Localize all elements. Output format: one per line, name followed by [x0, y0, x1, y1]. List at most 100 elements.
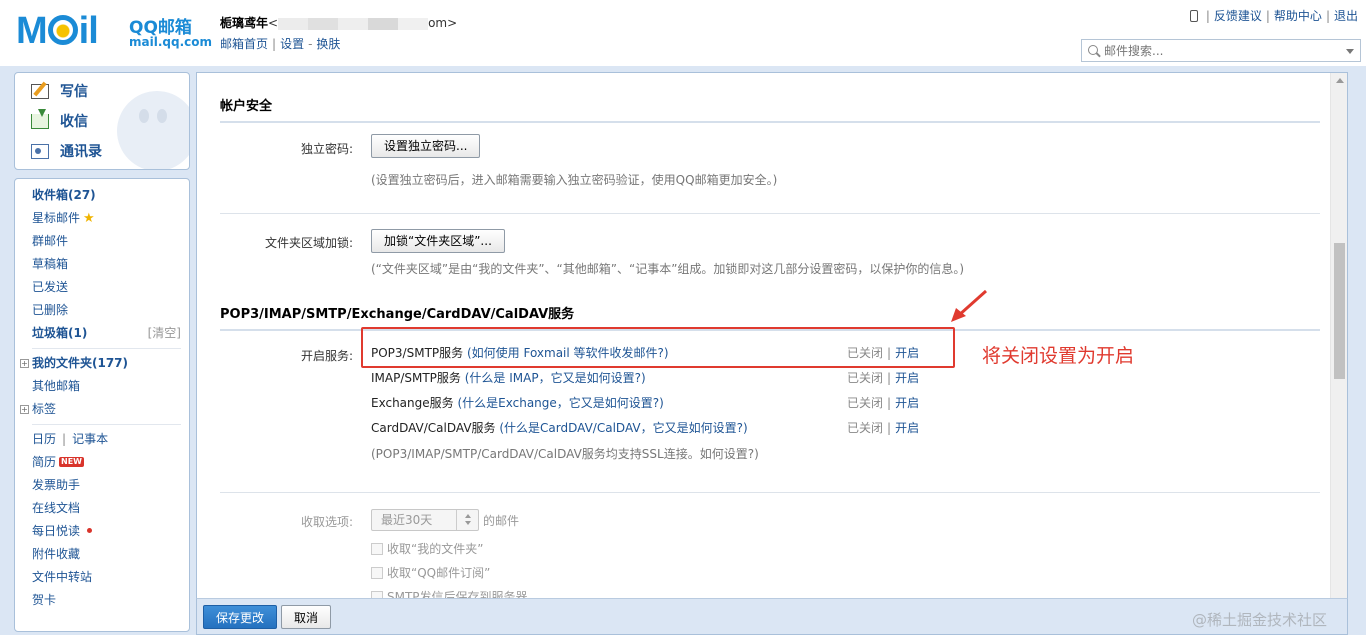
service-help-link[interactable]: (什么是 IMAP，它又是如何设置?) — [465, 371, 646, 385]
folder-lock-hint: (“文件夹区域”是由“我的文件夹”、“其他邮箱”、“记事本”组成。加锁即对这几部… — [371, 262, 965, 276]
checkbox-icon[interactable] — [371, 591, 383, 598]
settings-link[interactable]: 设置 — [280, 37, 304, 51]
cancel-button[interactable]: 取消 — [281, 605, 331, 629]
compose-label: 写信 — [60, 84, 88, 100]
nav-file-transfer[interactable]: 文件中转站 — [15, 566, 189, 589]
nav-cards[interactable]: 贺卡 — [15, 589, 189, 612]
mail-search-box[interactable] — [1081, 39, 1361, 62]
search-icon — [1088, 45, 1098, 55]
folder-sent[interactable]: 已发送 — [15, 276, 189, 299]
skin-link[interactable]: 换肤 — [316, 37, 340, 51]
service-name: Exchange服务 — [371, 396, 454, 410]
contacts-button[interactable]: 通讯录 — [15, 137, 189, 167]
folder-list: 收件箱(27) 星标邮件 ★ 群邮件 草稿箱 已发送 已删除 垃圾箱(1) [清空]… — [15, 179, 189, 612]
nav-docs-label: 在线文档 — [32, 501, 81, 515]
service-help-link[interactable]: (什么是CardDAV/CalDAV，它又是如何设置?) — [499, 421, 747, 435]
section-divider — [220, 213, 1320, 214]
receive-qq-subscription-option[interactable]: 收取“QQ邮件订阅” — [371, 564, 490, 581]
service-status: 已关闭 | 开启 — [847, 418, 919, 438]
checkbox-icon[interactable] — [371, 567, 383, 579]
folder-other-mailboxes[interactable]: 其他邮箱 — [15, 375, 189, 398]
folder-tags[interactable]: + 标签 — [15, 398, 189, 421]
expand-plus-icon[interactable]: + — [20, 359, 29, 368]
annotation-arrow-icon — [951, 289, 987, 322]
notes-link[interactable]: 记事本 — [72, 432, 108, 446]
receive-options-label: 收取选项: — [300, 515, 353, 529]
search-dropdown-icon[interactable] — [1346, 49, 1354, 54]
logo-domain: mail.qq.com — [129, 35, 212, 49]
enable-carddav-caldav-link[interactable]: 开启 — [895, 421, 919, 435]
folder-starred[interactable]: 星标邮件 ★ — [15, 207, 189, 230]
top-links: | 反馈建议 | 帮助中心 | 退出 — [1189, 7, 1358, 24]
status-separator: | — [887, 396, 892, 410]
nav-calendar-notes: 日历 | 记事本 — [15, 428, 189, 451]
watermark: @稀土掘金技术社区 — [1191, 611, 1327, 629]
nav-docs[interactable]: 在线文档 — [15, 497, 189, 520]
mail-search-input[interactable] — [1104, 42, 1334, 59]
service-status: 已关闭 | 开启 — [847, 393, 919, 413]
folder-drafts[interactable]: 草稿箱 — [15, 253, 189, 276]
service-name: IMAP/SMTP服务 — [371, 371, 461, 385]
compose-button[interactable]: 写信 — [15, 77, 189, 107]
nav-resume[interactable]: 简历 NEW — [15, 451, 189, 474]
folder-sent-label: 已发送 — [32, 280, 69, 294]
folder-my-folders[interactable]: + 我的文件夹(177) — [15, 352, 189, 375]
clear-spam-link[interactable]: [清空] — [148, 322, 181, 345]
checkbox-label: SMTP发信后保存到服务器 — [387, 590, 528, 598]
folder-spam[interactable]: 垃圾箱(1) [清空] — [15, 322, 189, 345]
set-independent-password-button[interactable]: 设置独立密码... — [371, 134, 481, 158]
link-separator: | — [1205, 9, 1210, 23]
folder-panel: 收件箱(27) 星标邮件 ★ 群邮件 草稿箱 已发送 已删除 垃圾箱(1) [清空]… — [14, 178, 190, 632]
vertical-scrollbar[interactable] — [1330, 73, 1347, 598]
new-badge: NEW — [59, 457, 84, 467]
receive-range-select[interactable]: 最近30天 — [371, 509, 479, 531]
unread-dot-icon — [87, 528, 93, 533]
user-name: 栀璃鸢年 — [220, 16, 269, 30]
save-smtp-sent-option[interactable]: SMTP发信后保存到服务器 — [371, 588, 528, 598]
help-center-link[interactable]: 帮助中心 — [1274, 9, 1322, 23]
receive-label: 收信 — [60, 114, 88, 130]
receive-suffix: 的邮件 — [483, 514, 520, 528]
enable-exchange-link[interactable]: 开启 — [895, 396, 919, 410]
save-changes-button[interactable]: 保存更改 — [203, 605, 277, 629]
nav-resume-label: 简历 — [32, 455, 57, 469]
service-status-text: 已关闭 — [847, 396, 884, 410]
folder-inbox-label: 收件箱(27) — [32, 188, 96, 202]
folder-group[interactable]: 群邮件 — [15, 230, 189, 253]
nav-attachments-label: 附件收藏 — [32, 547, 81, 561]
calendar-link[interactable]: 日历 — [32, 432, 56, 446]
pipe-separator: | — [62, 432, 67, 446]
compose-pencil-icon — [31, 84, 49, 99]
footer-toolbar: 保存更改 取消 @稀土掘金技术社区 — [196, 598, 1348, 635]
account-security-heading: 帐户安全 — [220, 95, 1320, 123]
logout-link[interactable]: 退出 — [1334, 9, 1358, 23]
nav-invoice[interactable]: 发票助手 — [15, 474, 189, 497]
folder-deleted[interactable]: 已删除 — [15, 299, 189, 322]
service-help-link[interactable]: (什么是Exchange，它又是如何设置?) — [457, 396, 663, 410]
lock-folder-area-button[interactable]: 加锁“文件夹区域”... — [371, 229, 505, 253]
mail-home-link[interactable]: 邮箱首页 — [220, 37, 268, 51]
receive-mail-button[interactable]: 收信 — [15, 107, 189, 137]
service-row-imap-smtp: IMAP/SMTP服务 (什么是 IMAP，它又是如何设置?) 已关闭 | 开启 — [371, 368, 931, 388]
annotation-text: 将关闭设置为开启 — [982, 345, 1135, 367]
contacts-label: 通讯录 — [60, 144, 102, 160]
feedback-link[interactable]: 反馈建议 — [1214, 9, 1262, 23]
folder-inbox[interactable]: 收件箱(27) — [15, 184, 189, 207]
header: Mil QQ邮箱 mail.qq.com 栀璃鸢年< om> 邮箱首页 | 设置 - 换肤… — [0, 0, 1366, 66]
checkbox-icon[interactable] — [371, 543, 383, 555]
mobile-phone-icon[interactable] — [1189, 10, 1198, 22]
user-box: 栀璃鸢年< om> 邮箱首页 | 设置 - 换肤 — [220, 14, 457, 52]
scrollbar-thumb[interactable] — [1334, 243, 1345, 379]
qq-mail-logo[interactable]: Mil QQ邮箱 mail.qq.com — [16, 12, 216, 52]
enable-imap-smtp-link[interactable]: 开启 — [895, 371, 919, 385]
link-separator: | — [1265, 9, 1270, 23]
annotation-highlight-box — [361, 327, 955, 368]
scroll-up-arrow-icon[interactable] — [1336, 78, 1344, 83]
expand-plus-icon[interactable]: + — [20, 405, 29, 414]
nav-attachments[interactable]: 附件收藏 — [15, 543, 189, 566]
nav-daily-reading[interactable]: 每日悦读 — [15, 520, 189, 543]
select-arrows-icon — [456, 510, 478, 530]
receive-my-folders-option[interactable]: 收取“我的文件夹” — [371, 540, 483, 557]
folder-tags-label: 标签 — [32, 402, 57, 416]
independent-password-label: 独立密码: — [300, 142, 353, 156]
